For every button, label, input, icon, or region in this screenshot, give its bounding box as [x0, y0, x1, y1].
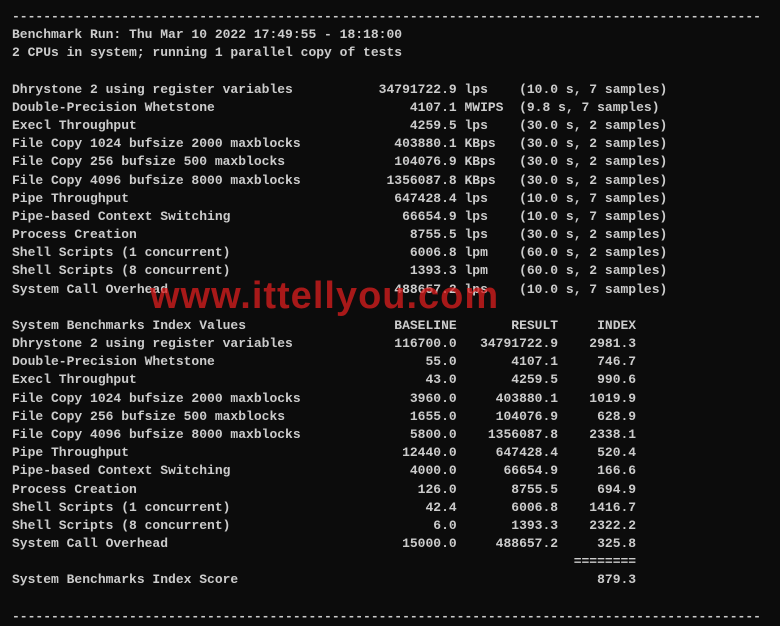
result-row: Shell Scripts (1 concurrent) 6006.8 lpm … — [12, 244, 768, 262]
index-row: Pipe Throughput 12440.0 647428.4 520.4 — [12, 444, 768, 462]
result-row: Double-Precision Whetstone 4107.1 MWIPS … — [12, 99, 768, 117]
cpu-info-line: 2 CPUs in system; running 1 parallel cop… — [12, 44, 768, 62]
index-row: Shell Scripts (1 concurrent) 42.4 6006.8… — [12, 499, 768, 517]
result-row: Execl Throughput 4259.5 lps (30.0 s, 2 s… — [12, 117, 768, 135]
index-row: Shell Scripts (8 concurrent) 6.0 1393.3 … — [12, 517, 768, 535]
result-row: Pipe-based Context Switching 66654.9 lps… — [12, 208, 768, 226]
index-row: Pipe-based Context Switching 4000.0 6665… — [12, 462, 768, 480]
result-row: Pipe Throughput 647428.4 lps (10.0 s, 7 … — [12, 190, 768, 208]
index-row: System Call Overhead 15000.0 488657.2 32… — [12, 535, 768, 553]
index-row: Execl Throughput 43.0 4259.5 990.6 — [12, 371, 768, 389]
divider-bottom: ----------------------------------------… — [12, 608, 768, 626]
index-row: Process Creation 126.0 8755.5 694.9 — [12, 481, 768, 499]
results-block: Dhrystone 2 using register variables 347… — [12, 81, 768, 299]
result-row: System Call Overhead 488657.2 lps (10.0 … — [12, 281, 768, 299]
benchmark-run-line: Benchmark Run: Thu Mar 10 2022 17:49:55 … — [12, 26, 768, 44]
index-header-row: System Benchmarks Index Values BASELINE … — [12, 317, 768, 335]
index-row: File Copy 1024 bufsize 2000 maxblocks 39… — [12, 390, 768, 408]
result-row: Dhrystone 2 using register variables 347… — [12, 81, 768, 99]
result-row: File Copy 1024 bufsize 2000 maxblocks 40… — [12, 135, 768, 153]
result-row: Process Creation 8755.5 lps (30.0 s, 2 s… — [12, 226, 768, 244]
divider-top: ----------------------------------------… — [12, 8, 768, 26]
result-row: File Copy 4096 bufsize 8000 maxblocks 13… — [12, 172, 768, 190]
score-row: System Benchmarks Index Score 879.3 — [12, 571, 768, 589]
index-row: Double-Precision Whetstone 55.0 4107.1 7… — [12, 353, 768, 371]
result-row: Shell Scripts (8 concurrent) 1393.3 lpm … — [12, 262, 768, 280]
equals-divider: ======== — [12, 553, 768, 571]
index-row: Dhrystone 2 using register variables 116… — [12, 335, 768, 353]
index-row: File Copy 256 bufsize 500 maxblocks 1655… — [12, 408, 768, 426]
index-block: Dhrystone 2 using register variables 116… — [12, 335, 768, 553]
index-row: File Copy 4096 bufsize 8000 maxblocks 58… — [12, 426, 768, 444]
result-row: File Copy 256 bufsize 500 maxblocks 1040… — [12, 153, 768, 171]
